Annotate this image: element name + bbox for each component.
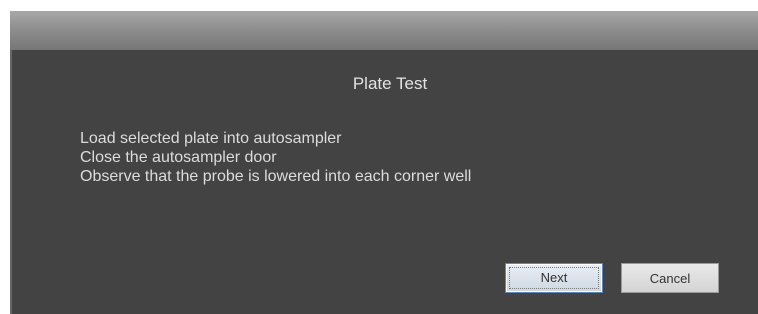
cancel-button[interactable]: Cancel <box>621 263 719 293</box>
instruction-list: Load selected plate into autosampler Clo… <box>80 129 471 186</box>
dialog-title: Plate Test <box>352 74 428 93</box>
instruction-item: Observe that the probe is lowered into e… <box>80 168 472 185</box>
instruction-item: Close the autosampler door <box>80 149 277 166</box>
dialog-body: Plate Test Load selected plate into auto… <box>10 50 758 314</box>
plate-test-dialog: Plate Test Load selected plate into auto… <box>0 0 758 314</box>
next-button[interactable]: Next <box>505 263 603 293</box>
next-button-label: Next <box>509 267 599 289</box>
dialog-titlebar[interactable] <box>10 11 758 51</box>
instruction-item: Load selected plate into autosampler <box>80 130 342 147</box>
